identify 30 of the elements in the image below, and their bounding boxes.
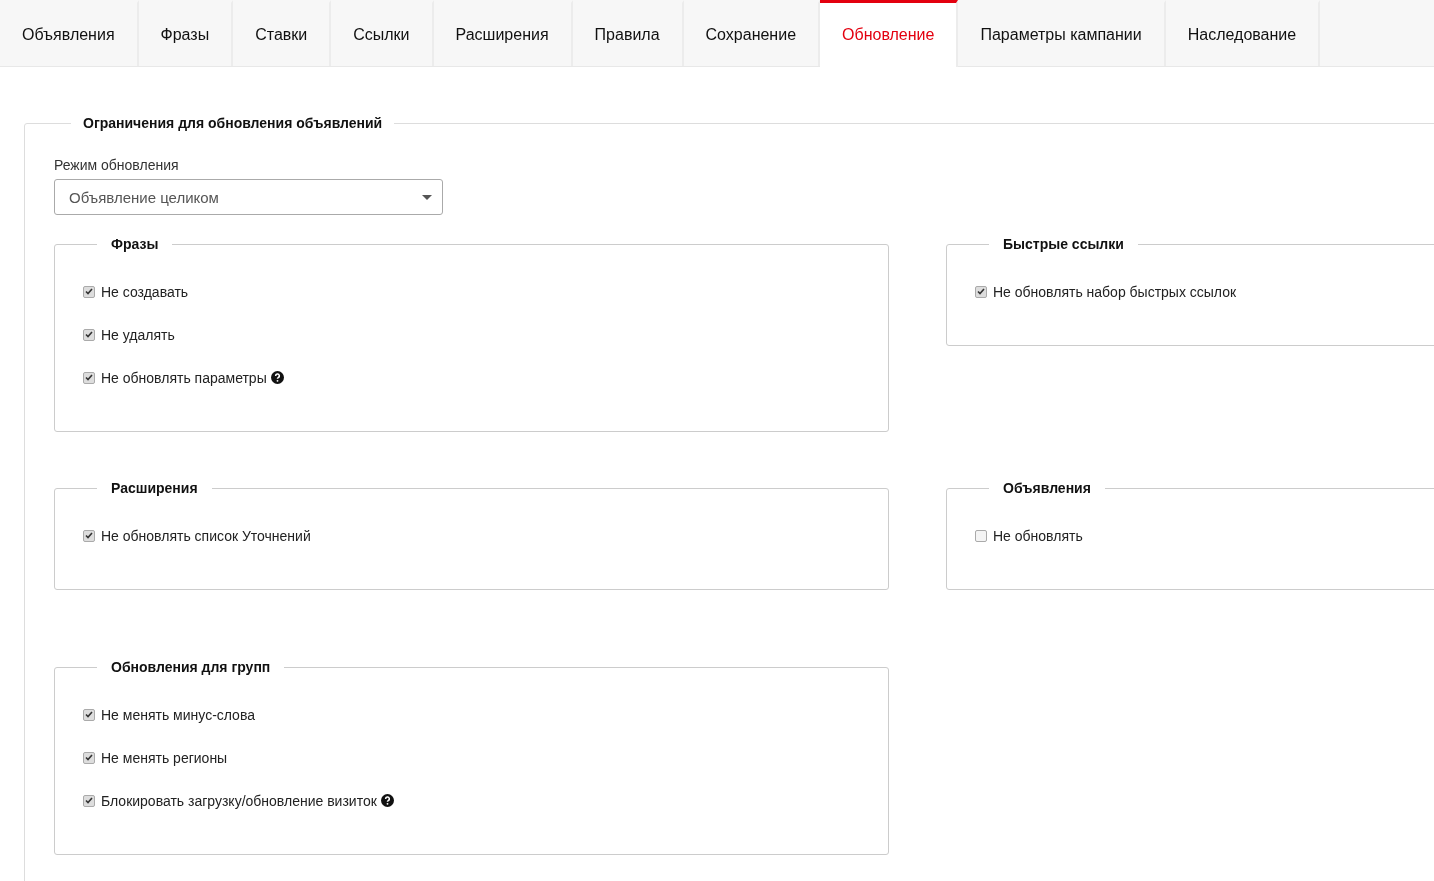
option-label: Не менять регионы bbox=[101, 749, 228, 766]
option-label: Не удалять bbox=[101, 326, 175, 343]
option-label: Не обновлять список Уточнений bbox=[101, 527, 311, 544]
checkbox[interactable] bbox=[975, 529, 987, 542]
option-label: Не обновлять bbox=[993, 527, 1083, 544]
checkbox[interactable] bbox=[83, 529, 95, 542]
option-label: Блокировать загрузку/обновление визиток bbox=[101, 792, 377, 809]
checkbox[interactable] bbox=[975, 285, 987, 298]
help-icon[interactable] bbox=[270, 371, 284, 384]
option-label: Не менять минус-слова bbox=[101, 706, 255, 723]
field-label: Режим обновления bbox=[54, 157, 180, 173]
checkbox[interactable] bbox=[83, 708, 95, 721]
checkbox[interactable] bbox=[83, 371, 95, 384]
help-icon[interactable] bbox=[380, 794, 394, 807]
checkbox[interactable] bbox=[83, 285, 95, 298]
group-title: Объявления bbox=[1002, 480, 1092, 496]
checkbox[interactable] bbox=[83, 328, 95, 341]
checkbox[interactable] bbox=[83, 751, 95, 764]
group-title: Обновления для групп bbox=[110, 659, 272, 675]
checkbox[interactable] bbox=[83, 794, 95, 807]
tab[interactable]: Обновление bbox=[820, 0, 959, 67]
section-title: Ограничения для обновления объявлений bbox=[82, 115, 384, 131]
group-title: Расширения bbox=[110, 480, 199, 496]
option-label: Не создавать bbox=[101, 283, 189, 300]
group-title: Быстрые ссылки bbox=[1002, 236, 1125, 252]
option-label: Не обновлять параметры bbox=[101, 369, 267, 386]
option-label: Не обновлять набор быстрых ссылок bbox=[993, 283, 1237, 300]
mode-select[interactable]: Объявление целиком bbox=[54, 179, 443, 215]
caret-icon bbox=[422, 194, 432, 200]
group-title: Фразы bbox=[110, 236, 160, 252]
